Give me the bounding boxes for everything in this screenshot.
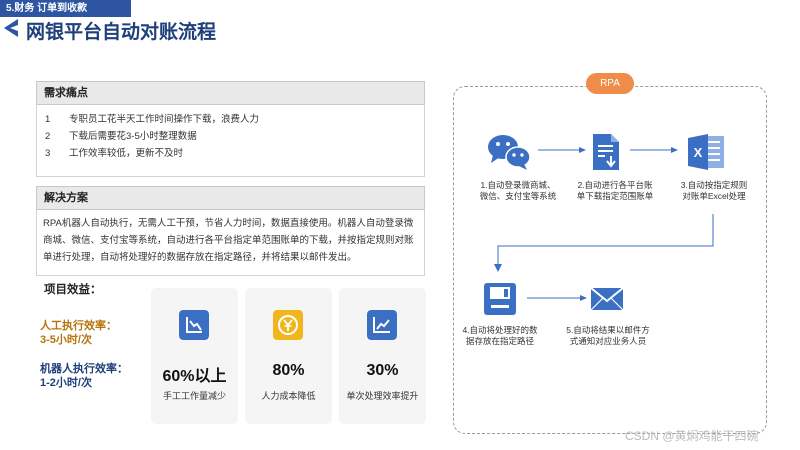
result-card: 30% 单次处理效率提升 <box>339 288 426 424</box>
wechat-icon <box>488 135 531 170</box>
list-item: 1 专职员工花半天工作时间操作下载，浪费人力 <box>45 114 260 125</box>
svg-text:X: X <box>694 145 703 160</box>
result-value: 30% <box>366 362 399 379</box>
yen-coin-icon <box>273 310 303 340</box>
rpa-label: RPA <box>586 73 634 94</box>
save-disk-icon <box>484 283 516 315</box>
step-label: 2.自动进行各平台账 单下载指定范围账单 <box>576 180 654 201</box>
mail-icon <box>590 287 624 311</box>
excel-icon: X <box>688 134 724 170</box>
result-caption: 单次处理效率提升 <box>346 391 419 401</box>
solution-heading: 解决方案 <box>36 186 425 210</box>
result-card: 80% 人力成本降低 <box>245 288 332 424</box>
connector-arrow <box>494 214 714 272</box>
section-tag: 5.财务 订单到收款 <box>0 0 131 17</box>
result-card: 60%以上 手工工作量减少 <box>151 288 238 424</box>
list-item: 3 工作效率较低，更新不及时 <box>45 148 184 159</box>
result-caption: 人力成本降低 <box>261 391 316 401</box>
page-title: 网银平台自动对账流程 <box>26 22 217 43</box>
manual-efficiency: 人工执行效率： 3-5小时/次 <box>40 320 117 346</box>
pain-points-heading: 需求痛点 <box>36 81 425 105</box>
arrow-right-icon <box>538 147 586 153</box>
step-label: 3.自动按指定规则 对账单Excel处理 <box>680 180 748 201</box>
step-label: 5.自动将结果以邮件方 式通知对应业务人员 <box>566 325 650 346</box>
step-label: 4.自动将处理好的数 据存放在指定路径 <box>462 325 538 346</box>
solution-text: RPA机器人自动执行，无需人工干预，节省人力时间，数据直接使用。机器人自动登录微… <box>43 218 414 263</box>
result-value: 60%以上 <box>162 368 227 385</box>
step-label: 1.自动登录微商城、 微信、支付宝等系统 <box>479 180 557 201</box>
chart-up-icon <box>367 310 397 340</box>
arrow-right-icon <box>527 295 587 301</box>
watermark: CSDN @黄焖鸡能干四碗 <box>625 429 759 443</box>
chevron-left-icon <box>4 19 18 37</box>
result-value: 80% <box>272 362 305 379</box>
list-item: 2 下载后需要花3-5小时整理数据 <box>45 131 197 142</box>
robot-efficiency: 机器人执行效率： 1-2小时/次 <box>40 363 128 389</box>
result-caption: 手工工作量减少 <box>162 391 226 401</box>
chart-down-icon <box>179 310 209 340</box>
arrow-right-icon <box>630 147 678 153</box>
solution-panel: RPA机器人自动执行，无需人工干预，节省人力时间，数据直接使用。机器人自动登录微… <box>36 210 425 276</box>
results-title: 项目效益： <box>44 284 102 296</box>
document-download-icon <box>593 134 619 170</box>
pain-points-panel: 1 专职员工花半天工作时间操作下载，浪费人力 2 下载后需要花3-5小时整理数据 3… <box>36 105 425 177</box>
